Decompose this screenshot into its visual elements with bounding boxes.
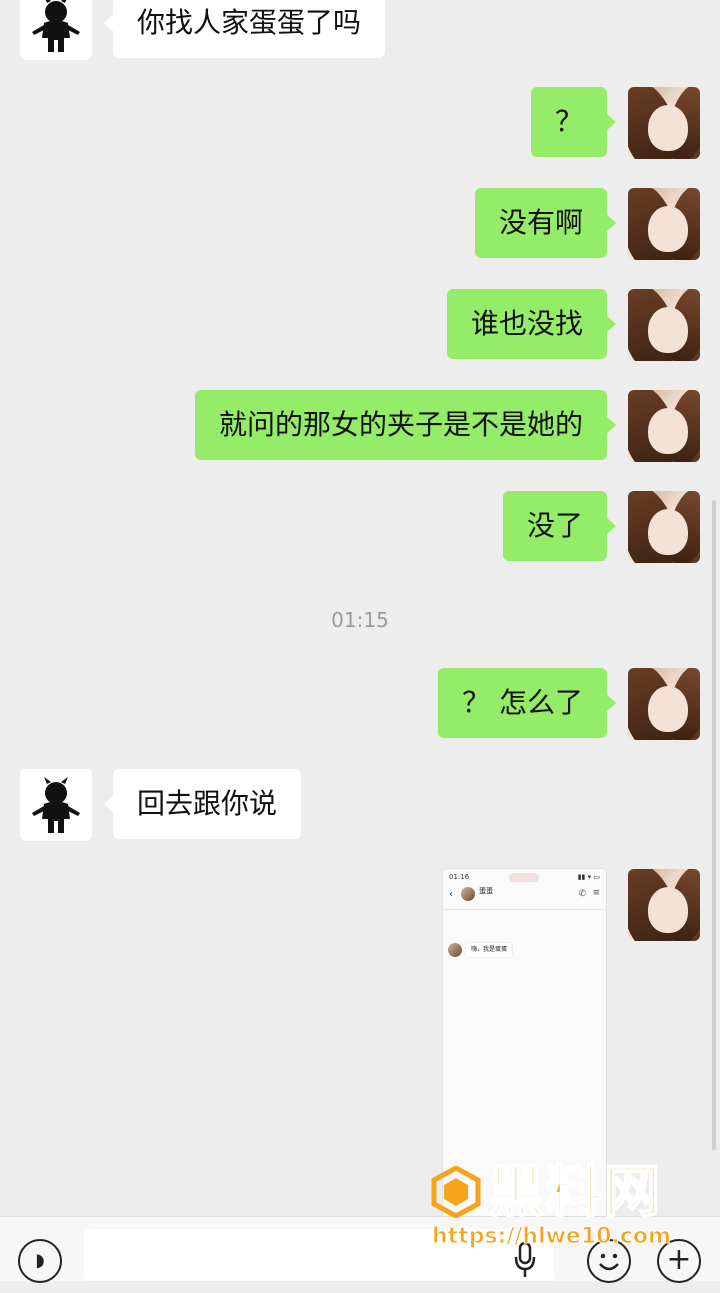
watermark-url: https://hlwe10.com: [432, 1224, 672, 1250]
chat-timestamp: 01:15: [331, 608, 389, 632]
my-avatar[interactable]: [628, 289, 700, 361]
preview-message: 嗨，我是蛋蛋: [466, 943, 513, 957]
message-bubble-left[interactable]: 回去跟你说: [103, 769, 302, 839]
preview-contact-name: 蛋蛋: [479, 887, 493, 895]
preview-avatar: [448, 943, 462, 957]
watermark-name: 黑料网: [487, 1159, 662, 1226]
phone-icon: ✆: [578, 889, 586, 899]
preview-header: ‹ 蛋蛋 ✆ ≡: [443, 883, 606, 910]
message-bubble-right[interactable]: 没了: [502, 491, 617, 561]
message-bubble-right[interactable]: 谁也没找: [446, 289, 617, 359]
my-avatar[interactable]: [628, 390, 700, 462]
black-figure-icon: [20, 769, 92, 841]
watermark: 黑料网 https://hlwe10.com: [430, 1159, 700, 1260]
message-bubble-right[interactable]: 没有啊: [474, 188, 617, 258]
menu-icon: ≡: [592, 888, 600, 898]
preview-status-icons: ▮▮ ▾ ▭: [577, 873, 600, 881]
my-avatar[interactable]: [628, 668, 700, 740]
message-bubble-left[interactable]: 你找人家蛋蛋了吗: [103, 0, 386, 58]
voice-toggle-button[interactable]: ◗: [18, 1239, 62, 1283]
preview-avatar: [461, 887, 475, 901]
message-bubble-right[interactable]: 就问的那女的夹子是不是她的: [194, 390, 617, 460]
contact-avatar[interactable]: [20, 769, 92, 841]
voice-wave-icon: ◗: [35, 1250, 45, 1271]
my-avatar[interactable]: [628, 491, 700, 563]
watermark-logo-icon: [431, 1166, 481, 1218]
my-avatar[interactable]: [628, 87, 700, 159]
contact-avatar[interactable]: [20, 0, 92, 60]
preview-status-pill: [509, 873, 539, 882]
message-bubble-right[interactable]: ？: [530, 87, 617, 157]
preview-status-time: 01:16: [449, 873, 470, 881]
back-icon: ‹: [449, 889, 453, 900]
black-figure-icon: [20, 0, 92, 60]
scrollbar[interactable]: [712, 500, 716, 1150]
my-avatar[interactable]: [628, 869, 700, 941]
my-avatar[interactable]: [628, 188, 700, 260]
message-bubble-right[interactable]: ？ 怎么了: [438, 668, 616, 738]
